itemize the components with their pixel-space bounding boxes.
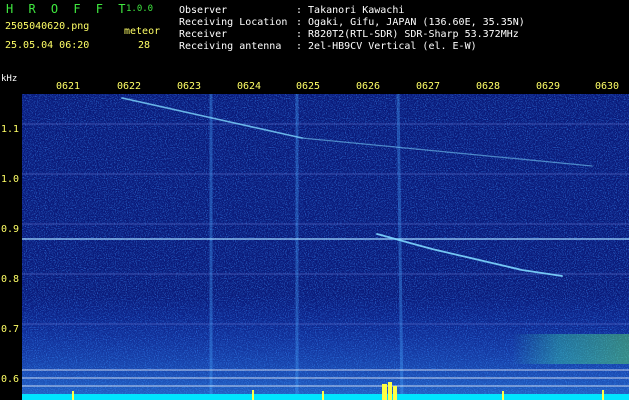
time-label: 0628 [476,81,501,92]
freq-label: 1.0 [1,174,20,185]
antenna-value: : 2el-HB9CV Vertical (el. E-W) [296,41,477,52]
observer-value: : Takanori Kawachi [296,5,405,16]
time-label: 0621 [56,81,81,92]
spectrogram-plot [22,94,629,400]
peak-mark [252,390,254,400]
location-label: Receiving Location [179,17,288,28]
meteor-label: meteor [124,26,161,37]
header-panel: H R O F F T 1.0.0 2505040620.png 25.05.0… [0,0,629,78]
time-label: 0626 [356,81,381,92]
receiver-value: : R820T2(RTL-SDR) SDR-Sharp 53.372MHz [296,29,519,40]
peak-mark [602,390,604,400]
time-label: 0622 [117,81,142,92]
antenna-label: Receiving antenna [179,41,282,52]
peak-mark [388,382,392,400]
green-noise-patch [512,334,629,364]
receiver-label: Receiver [179,29,228,40]
peak-mark [322,391,324,400]
time-label: 0623 [177,81,202,92]
app-version: 1.0.0 [126,4,154,14]
app-title: H R O F F T [6,2,130,16]
baseline-strip [22,394,629,400]
peak-mark [72,391,74,400]
time-label: 0624 [237,81,262,92]
peak-mark [382,384,387,400]
date-time: 25.05.04 06:20 [5,40,90,51]
time-label: 0625 [296,81,321,92]
time-label: 0629 [536,81,561,92]
freq-unit-label: kHz [1,74,18,84]
meteor-count: 28 [138,40,151,51]
freq-label: 0.8 [1,274,20,285]
freq-label: 0.9 [1,224,20,235]
time-label: 0630 [595,81,620,92]
observer-label: Observer [179,5,228,16]
location-value: : Ogaki, Gifu, JAPAN (136.60E, 35.35N) [296,17,525,28]
freq-label: 0.6 [1,374,20,385]
freq-label: 0.7 [1,324,20,335]
freq-label: 1.1 [1,124,20,135]
peak-mark [502,391,504,400]
peak-mark [393,386,397,400]
file-name: 2505040620.png [5,21,90,32]
time-label: 0627 [416,81,441,92]
